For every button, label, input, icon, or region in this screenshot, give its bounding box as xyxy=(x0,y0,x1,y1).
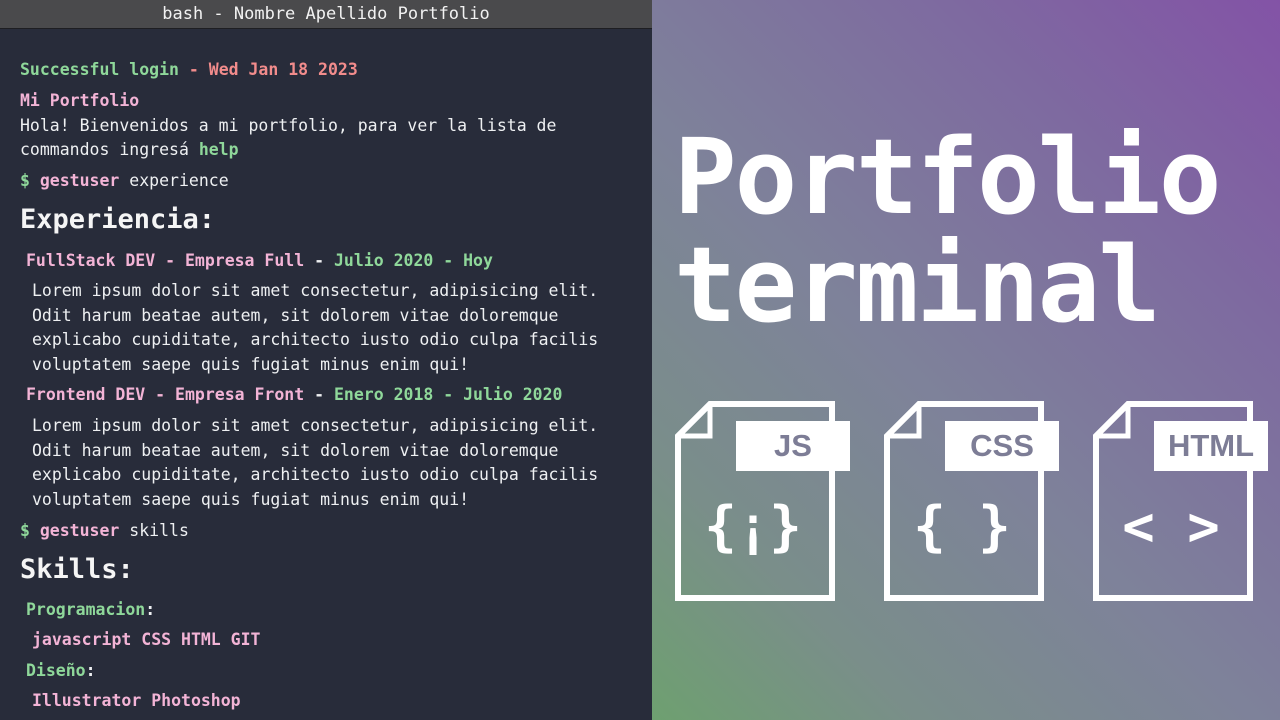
command-text: skills xyxy=(129,521,189,540)
promo-banner: Portfolio terminal JS {¡} CSS { } HTML <… xyxy=(652,0,1280,720)
file-label: HTML xyxy=(1154,421,1268,471)
file-label: CSS xyxy=(945,421,1059,471)
job-dash: - xyxy=(155,251,185,270)
job-role: Frontend DEV xyxy=(26,385,146,404)
prompt-symbol: $ xyxy=(20,171,30,190)
job-dash: - xyxy=(304,385,334,404)
login-line: Successful login - Wed Jan 18 2023 xyxy=(20,58,358,82)
login-date: Wed Jan 18 2023 xyxy=(208,60,358,79)
js-file-icon: JS {¡} xyxy=(674,400,864,602)
login-separator: - xyxy=(178,60,209,79)
window-title: bash - Nombre Apellido Portfolio xyxy=(0,0,652,29)
login-status: Successful login xyxy=(20,60,179,79)
job-period: Julio 2020 - Hoy xyxy=(333,251,493,270)
skill-list: Illustrator Photoshop xyxy=(32,691,241,710)
skill-group-label: Programacion xyxy=(26,600,146,619)
file-label: JS xyxy=(736,421,850,471)
skill-group-name: Diseño: xyxy=(26,659,96,683)
code-glyph: { } xyxy=(913,495,1011,558)
motd-title: Mi Portfolio xyxy=(20,91,140,110)
job-dash: - xyxy=(304,251,334,270)
prompt-user: gestuser xyxy=(39,521,120,540)
promo-title-line-1: Portfolio xyxy=(674,116,1222,238)
promo-title-line-2: terminal xyxy=(674,224,1161,346)
skill-group-name: Programacion: xyxy=(26,598,155,622)
prompt-symbol: $ xyxy=(20,521,30,540)
css-file-icon: CSS { } xyxy=(883,400,1073,602)
job-description: Lorem ipsum dolor sit amet consectetur, … xyxy=(32,281,599,374)
job-role: FullStack DEV xyxy=(26,251,156,270)
help-command[interactable]: help xyxy=(199,140,239,159)
job-description: Lorem ipsum dolor sit amet consectetur, … xyxy=(32,416,599,509)
welcome-line-1: Hola! Bienvenidos a mi portfolio, para v… xyxy=(20,116,557,135)
html-file-icon: HTML < > xyxy=(1092,400,1280,602)
experience-heading: Experiencia: xyxy=(20,204,216,235)
prompt-user: gestuser xyxy=(39,171,120,190)
prompt-line-experience: $ gestuser experience xyxy=(20,169,229,193)
command-text: experience xyxy=(129,171,229,190)
job-title-line: Frontend DEV - Empresa Front - Enero 201… xyxy=(26,383,562,407)
job-title-line: FullStack DEV - Empresa Full - Julio 202… xyxy=(26,249,493,273)
terminal-window[interactable]: bash - Nombre Apellido Portfolio Success… xyxy=(0,0,652,720)
skills-heading: Skills: xyxy=(20,554,134,585)
job-dash: - xyxy=(145,385,176,404)
code-glyph: < > xyxy=(1122,495,1220,558)
skill-group-colon: : xyxy=(145,600,156,619)
prompt-line-skills: $ gestuser skills xyxy=(20,519,189,543)
skill-list: javascript CSS HTML GIT xyxy=(32,630,261,649)
welcome-text: commandos ingresá xyxy=(20,140,199,159)
skill-group-label: Diseño xyxy=(26,661,86,680)
job-period: Enero 2018 - Julio 2020 xyxy=(333,385,563,404)
skill-group-colon: : xyxy=(85,661,96,680)
job-company: Empresa Front xyxy=(175,385,305,404)
job-company: Empresa Full xyxy=(184,251,305,270)
welcome-line-2: commandos ingresá help xyxy=(20,138,239,162)
code-glyph: {¡} xyxy=(704,495,802,558)
